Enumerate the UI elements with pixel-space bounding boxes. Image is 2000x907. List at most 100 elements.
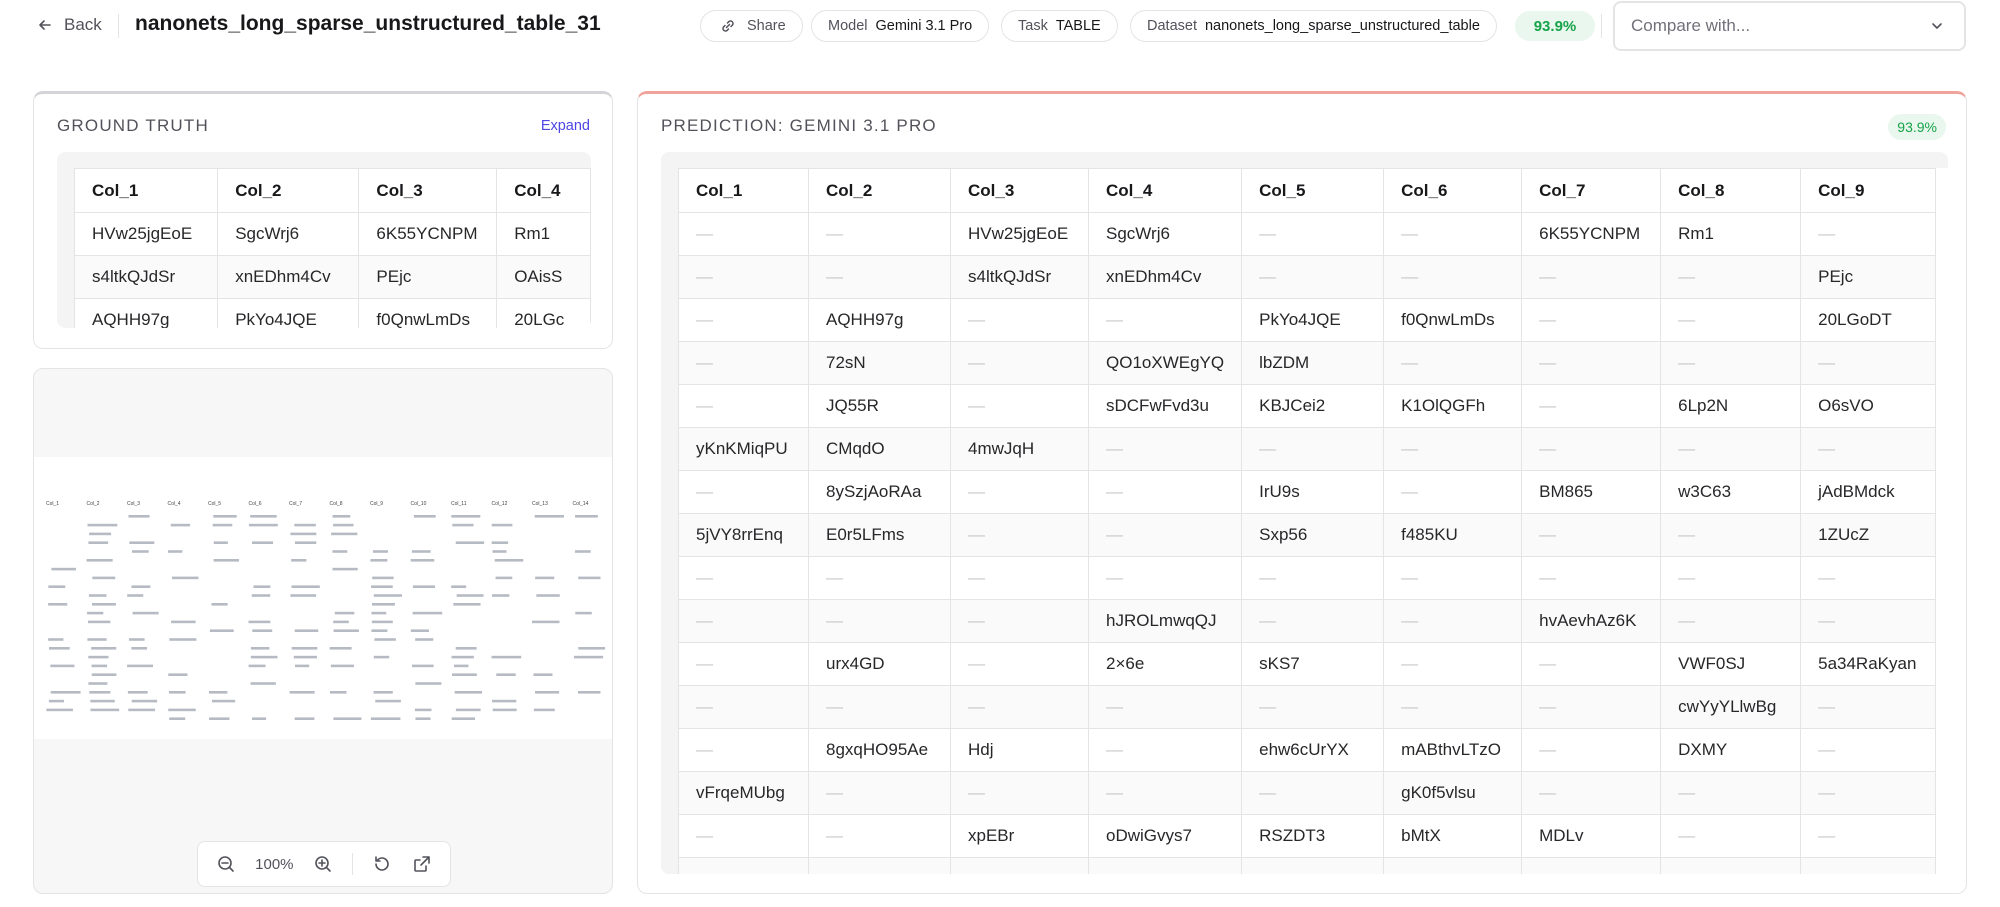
table-cell <box>808 857 951 874</box>
table-cell: PEjc <box>1800 255 1937 299</box>
column-header: Col_4 <box>1087 168 1243 213</box>
table-cell: JQ55R <box>808 384 951 428</box>
table-cell <box>1383 857 1523 874</box>
column-header: Col_7 <box>1521 168 1662 213</box>
table-cell: CMqdO <box>808 427 951 471</box>
table-cell: sDCFwFvd3u <box>1087 384 1243 428</box>
table-cell: — <box>1241 212 1385 256</box>
column-header: Col_8 <box>1660 168 1802 213</box>
table-cell: — <box>678 814 809 858</box>
table-cell: — <box>1521 685 1662 729</box>
table-row: s4ltkQJdSr xnEDhm4Cv PEjc OAisS <box>74 255 591 299</box>
zoom-out-icon[interactable] <box>215 853 237 875</box>
column-header: Col_2 <box>217 168 360 213</box>
table-cell: — <box>1383 685 1523 729</box>
table-cell: — <box>1383 599 1523 643</box>
table-cell: Sxp56 <box>1241 513 1385 557</box>
table-cell: — <box>808 556 951 600</box>
ground-truth-table-container[interactable]: Col_1 Col_2 Col_3 Col_4 HVw25jgEoE SgcWr… <box>57 152 591 328</box>
table-cell: mABthvLTzO <box>1383 728 1523 772</box>
table-cell: — <box>950 470 1089 514</box>
table-cell: — <box>678 255 809 299</box>
column-header: Col_2 <box>808 168 951 213</box>
task-value: TABLE <box>1055 18 1101 34</box>
table-cell: — <box>1383 427 1523 471</box>
table-cell: — <box>1660 814 1802 858</box>
prediction-score-badge: 93.9% <box>1888 114 1946 140</box>
table-cell: 2×6e <box>1087 642 1243 686</box>
table-cell: — <box>678 298 809 342</box>
table-cell: hvAevhAz6K <box>1521 599 1662 643</box>
table-cell: — <box>1800 728 1937 772</box>
table-cell: 20LGc <box>496 298 591 328</box>
table-cell: — <box>1087 427 1243 471</box>
page-title: nanonets_long_sparse_unstructured_table_… <box>135 12 601 35</box>
table-cell: — <box>1241 427 1385 471</box>
prediction-title: PREDICTION: GEMINI 3.1 PRO <box>661 116 937 135</box>
table-cell: SgcWrj6 <box>1087 212 1243 256</box>
table-cell: — <box>1660 255 1802 299</box>
table-cell: — <box>1800 685 1937 729</box>
table-cell <box>1800 857 1937 874</box>
column-header: Col_1 <box>74 168 219 213</box>
table-row: AQHH97g PkYo4JQE f0QnwLmDs 20LGc <box>74 298 591 328</box>
table-cell: — <box>1383 470 1523 514</box>
table-cell: — <box>1241 556 1385 600</box>
zoom-toolbar: 100% <box>197 841 451 887</box>
table-cell: — <box>1087 685 1243 729</box>
table-cell: urx4GD <box>808 642 951 686</box>
table-cell: OAisS <box>496 255 591 299</box>
table-cell: — <box>950 685 1089 729</box>
table-cell: — <box>1521 728 1662 772</box>
table-cell: — <box>950 771 1089 815</box>
prediction-table: Col_1 Col_2 Col_3 Col_4 Col_5 Col_6 Col_… <box>678 168 1937 874</box>
table-cell: HVw25jgEoE <box>950 212 1089 256</box>
share-button[interactable]: Share <box>700 10 803 42</box>
table-cell: — <box>1383 642 1523 686</box>
table-cell: SgcWrj6 <box>217 212 360 256</box>
prediction-panel: PREDICTION: GEMINI 3.1 PRO 93.9% Col_1 C… <box>637 91 1967 894</box>
table-cell: PEjc <box>358 255 498 299</box>
column-header: Col_3 <box>358 168 498 213</box>
compare-placeholder: Compare with... <box>1631 16 1751 35</box>
table-cell <box>678 857 809 874</box>
expand-button[interactable]: Expand <box>541 118 590 134</box>
table-cell: w3C63 <box>1660 470 1802 514</box>
table-cell: — <box>808 212 951 256</box>
compare-select[interactable]: Compare with... <box>1613 1 1966 51</box>
table-row: —8ySzjAoRAa — — IrU9s — BM865 w3C63 jAdBMdck <box>678 470 1937 514</box>
column-header: Col_5 <box>1241 168 1385 213</box>
table-cell: — <box>678 685 809 729</box>
table-cell: f0QnwLmDs <box>1383 298 1523 342</box>
table-row: — — — hJROLmwqQJ — — hvAevhAz6K — — <box>678 599 1937 643</box>
table-cell: — <box>1800 814 1937 858</box>
table-row: 5jVY8rrEnq E0r5LFms — — Sxp56 f485KU — —1ZUcZ <box>678 513 1937 557</box>
zoom-in-icon[interactable] <box>312 853 334 875</box>
divider <box>1601 14 1602 38</box>
dataset-key: Dataset <box>1147 18 1197 34</box>
table-cell: — <box>1087 556 1243 600</box>
table-cell: — <box>950 341 1089 385</box>
model-value: Gemini 3.1 Pro <box>875 18 973 34</box>
table-cell: — <box>1660 556 1802 600</box>
table-cell: lbZDM <box>1241 341 1385 385</box>
table-cell: jAdBMdck <box>1800 470 1937 514</box>
rotate-ccw-icon[interactable] <box>371 853 393 875</box>
table-row <box>678 857 1937 874</box>
top-bar: Back nanonets_long_sparse_unstructured_t… <box>0 0 2000 52</box>
table-cell: — <box>678 599 809 643</box>
table-cell: xnEDhm4Cv <box>217 255 360 299</box>
table-cell: bMtX <box>1383 814 1523 858</box>
external-link-icon[interactable] <box>411 853 433 875</box>
table-cell: PkYo4JQE <box>217 298 360 328</box>
prediction-table-container[interactable]: Col_1 Col_2 Col_3 Col_4 Col_5 Col_6 Col_… <box>661 152 1948 874</box>
table-row: — — — — — — — cwYyYLlwBg — <box>678 685 1937 729</box>
table-cell: VWF0SJ <box>1660 642 1802 686</box>
link-icon <box>717 15 739 37</box>
table-cell <box>950 857 1089 874</box>
back-button[interactable]: Back <box>34 14 102 36</box>
table-cell: — <box>678 384 809 428</box>
dataset-chip: Dataset nanonets_long_sparse_unstructure… <box>1130 10 1497 42</box>
table-header-row: Col_1 Col_2 Col_3 Col_4 <box>74 168 591 213</box>
table-cell: — <box>678 556 809 600</box>
